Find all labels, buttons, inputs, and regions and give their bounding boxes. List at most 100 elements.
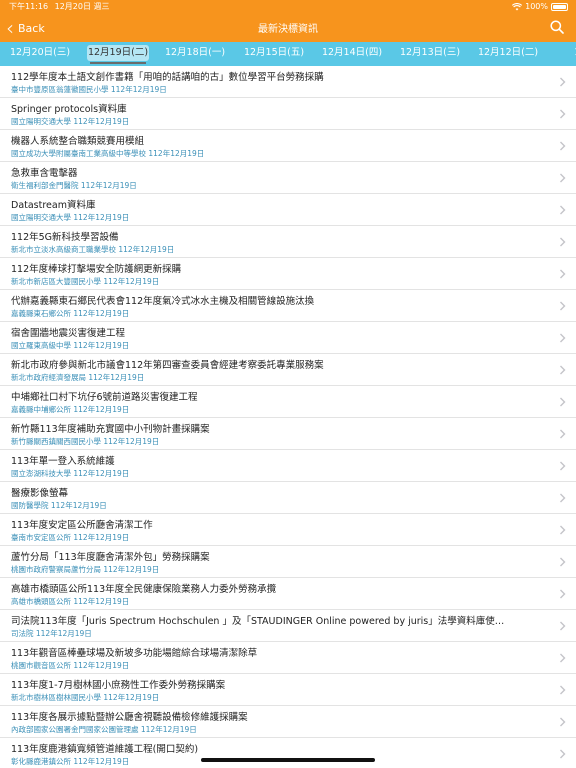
item-title: 113年度各展示據點暨辦公廳舍視聽設備檢修維護採購案: [11, 712, 248, 723]
chevron-right-icon: [560, 269, 566, 279]
list-item[interactable]: 113年觀音區棒壘球場及新坡多功能場館綜合球場清潔除草 桃園市觀音區公所 112年…: [0, 642, 576, 674]
list-item[interactable]: 中埔鄉社口村下坑仔6號前道路災害復建工程 嘉義縣中埔鄉公所 112年12月19日: [0, 386, 576, 418]
chevron-right-icon: [560, 461, 566, 471]
search-icon[interactable]: [550, 20, 564, 34]
chevron-right-icon: [560, 685, 566, 695]
item-title: 機器人系統整合職類競賽用模組: [11, 136, 145, 147]
item-agency-date: 司法院 112年12月19日: [11, 629, 92, 638]
battery-icon: [551, 2, 568, 11]
date-tab[interactable]: 12月20日(三): [3, 42, 77, 66]
status-clock: 下午11:16 12月20日 週三: [9, 0, 110, 13]
date-tab[interactable]: 12月15日(五): [237, 42, 311, 66]
chevron-right-icon: [560, 589, 566, 599]
list-item[interactable]: 112年5G新科技學習設備 新北市立淡水高級商工職業學校 112年12月19日: [0, 226, 576, 258]
chevron-right-icon: [560, 205, 566, 215]
date-tab[interactable]: 12月13日(三): [393, 42, 467, 66]
date-tab[interactable]: 12月12日(二): [471, 42, 545, 66]
date-tab-label: 12月12日(二): [477, 47, 539, 58]
item-title: 高雄市橋頭區公所113年度全民健康保險業務人力委外勞務承攬: [11, 584, 277, 595]
chevron-right-icon: [560, 301, 566, 311]
status-indicators: 100%: [512, 0, 568, 13]
list-item[interactable]: 113年度1-7月樹林國小庶務性工作委外勞務採購案 新北市樹林區樹林國民小學 11…: [0, 674, 576, 706]
chevron-right-icon: [560, 77, 566, 87]
item-title: 113年單一登入系統維護: [11, 456, 115, 467]
chevron-right-icon: [560, 237, 566, 247]
item-title: Datastream資料庫: [11, 200, 96, 211]
item-title: 急救車含電擊器: [11, 168, 78, 179]
date-tab-label: 12月15日(五): [243, 47, 305, 58]
chevron-right-icon: [560, 173, 566, 183]
item-title: 醫療影像螢幕: [11, 488, 69, 499]
item-agency-date: 嘉義縣中埔鄉公所 112年12月19日: [11, 405, 130, 414]
item-agency-date: 內政部國家公園署金門國家公園管理處 112年12月19日: [11, 725, 197, 734]
date-tab-label: 12月13日(三): [399, 47, 461, 58]
item-title: 112年5G新科技學習設備: [11, 232, 119, 243]
list-item[interactable]: 蘆竹分局「113年度廳舍清潔外包」勞務採購案 桃園市政府警察局蘆竹分局 112年1…: [0, 546, 576, 578]
list-item[interactable]: 112學年度本土語文創作書籍「用咱的話講咱的古」數位學習平台勞務採購 臺中市豐原區…: [0, 66, 576, 98]
status-date: 12月20日 週三: [54, 2, 110, 11]
item-agency-date: 桃園市政府警察局蘆竹分局 112年12月19日: [11, 565, 160, 574]
item-title: 司法院113年度「Juris Spectrum Hochschulen 」及「S…: [11, 616, 505, 627]
chevron-right-icon: [560, 653, 566, 663]
list-item[interactable]: Springer protocols資料庫 國立陽明交通大學 112年12月19日: [0, 98, 576, 130]
list-item[interactable]: 司法院113年度「Juris Spectrum Hochschulen 」及「S…: [0, 610, 576, 642]
item-agency-date: 國立成功大學附屬臺南工業高級中等學校 112年12月19日: [11, 149, 205, 158]
list-item[interactable]: 宿舍圍牆地震災害復建工程 國立羅東高級中學 112年12月19日: [0, 322, 576, 354]
list-item[interactable]: 113年度鹿港鎮寬頻管道維護工程(開口契約) 彰化縣鹿港鎮公所 112年12月19…: [0, 738, 576, 768]
item-title: 113年度1-7月樹林國小庶務性工作委外勞務採購案: [11, 680, 226, 691]
page-title: 最新決標資訊: [258, 24, 318, 35]
item-agency-date: 桃園市觀音區公所 112年12月19日: [11, 661, 130, 670]
status-bar: 下午11:16 12月20日 週三 100%: [0, 0, 576, 13]
item-title: 113年觀音區棒壘球場及新坡多功能場館綜合球場清潔除草: [11, 648, 258, 659]
list-item[interactable]: 112年度棒球打擊場安全防護網更新採購 新北市新店區大豐國民小學 112年12月1…: [0, 258, 576, 290]
list-item[interactable]: 113年度安定區公所廳舍清潔工作 臺南市安定區公所 112年12月19日: [0, 514, 576, 546]
chevron-right-icon: [560, 333, 566, 343]
chevron-right-icon: [560, 365, 566, 375]
date-tab[interactable]: 12月18日(一): [158, 42, 232, 66]
chevron-right-icon: [560, 141, 566, 151]
list-item[interactable]: 高雄市橋頭區公所113年度全民健康保險業務人力委外勞務承攬 高雄市橋頭區公所 11…: [0, 578, 576, 610]
header-bar: 下午11:16 12月20日 週三 100% ‹ Back 最新決標資訊: [0, 0, 576, 42]
chevron-right-icon: [560, 717, 566, 727]
date-tab[interactable]: 12月14日(四): [315, 42, 389, 66]
list-item[interactable]: 機器人系統整合職類競賽用模組國立成功大學附屬臺南工業高級中等學校 112年12月…: [0, 130, 576, 162]
date-tab-label: 12月18日(一): [164, 47, 226, 58]
item-title: 宿舍圍牆地震災害復建工程: [11, 328, 126, 339]
list-item[interactable]: 新北市政府參與新北市議會112年第四審查委員會經建考察委託專業服務案 新北市政府經…: [0, 354, 576, 386]
item-agency-date: 國立羅東高級中學 112年12月19日: [11, 341, 130, 350]
wifi-icon: [512, 2, 523, 10]
item-title: 代辦嘉義縣東石鄉民代表會112年度氣冷式冰水主機及相關管線設施汰換: [11, 296, 315, 307]
date-tab-bar: 12月20日(三) 12月19日(二) 12月18日(一) 12月15日(五) 12月1…: [0, 42, 576, 66]
chevron-right-icon: [560, 525, 566, 535]
item-title: 蘆竹分局「113年度廳舍清潔外包」勞務採購案: [11, 552, 210, 563]
list-item[interactable]: 代辦嘉義縣東石鄉民代表會112年度氣冷式冰水主機及相關管線設施汰換 嘉義縣東石鄉公…: [0, 290, 576, 322]
chevron-right-icon: [560, 749, 566, 759]
date-tab[interactable]: 12月19日(二): [87, 42, 149, 66]
list-item[interactable]: 113年度各展示據點暨辦公廳舍視聽設備檢修維護採購案 內政部國家公園署金門國家公園…: [0, 706, 576, 738]
item-agency-date: 國防醫學院 112年12月19日: [11, 501, 107, 510]
chevron-right-icon: [560, 557, 566, 567]
date-tab[interactable]: 12月: [548, 42, 576, 66]
item-agency-date: 國立澎湖科技大學 112年12月19日: [11, 469, 130, 478]
item-agency-date: 嘉義縣東石鄉公所 112年12月19日: [11, 309, 130, 318]
date-tab-label: 12月20日(三): [9, 47, 71, 58]
list-item[interactable]: 新竹縣113年度補助充實國中小刊物計畫採購案 新竹縣關西鎮關西國民小學 112年1…: [0, 418, 576, 450]
item-title: 112學年度本土語文創作書籍「用咱的話講咱的古」數位學習平台勞務採購: [11, 72, 324, 83]
item-title: 中埔鄉社口村下坑仔6號前道路災害復建工程: [11, 392, 198, 403]
list-item[interactable]: Datastream資料庫國立陽明交通大學 112年12月19日: [0, 194, 576, 226]
item-agency-date: 新北市政府經濟發展局 112年12月19日: [11, 373, 145, 382]
status-time: 下午11:16: [9, 2, 49, 11]
chevron-right-icon: [560, 429, 566, 439]
home-indicator[interactable]: [201, 758, 375, 762]
item-agency-date: 國立陽明交通大學 112年12月19日: [11, 213, 130, 222]
list-item[interactable]: 113年單一登入系統維護國立澎湖科技大學 112年12月19日: [0, 450, 576, 482]
tender-list: 112學年度本土語文創作書籍「用咱的話講咱的古」數位學習平台勞務採購 臺中市豐原區…: [0, 66, 576, 768]
list-item[interactable]: 醫療影像螢幕國防醫學院 112年12月19日: [0, 482, 576, 514]
date-tab-label: 12月19日(二): [87, 47, 149, 58]
item-title: 112年度棒球打擊場安全防護網更新採購: [11, 264, 182, 275]
item-agency-date: 新竹縣關西鎮關西國民小學 112年12月19日: [11, 437, 160, 446]
item-title: 113年度安定區公所廳舍清潔工作: [11, 520, 153, 531]
item-title: 新竹縣113年度補助充實國中小刊物計畫採購案: [11, 424, 210, 435]
chevron-right-icon: [560, 397, 566, 407]
list-item[interactable]: 急救車含電擊器 衛生福利部金門醫院 112年12月19日: [0, 162, 576, 194]
